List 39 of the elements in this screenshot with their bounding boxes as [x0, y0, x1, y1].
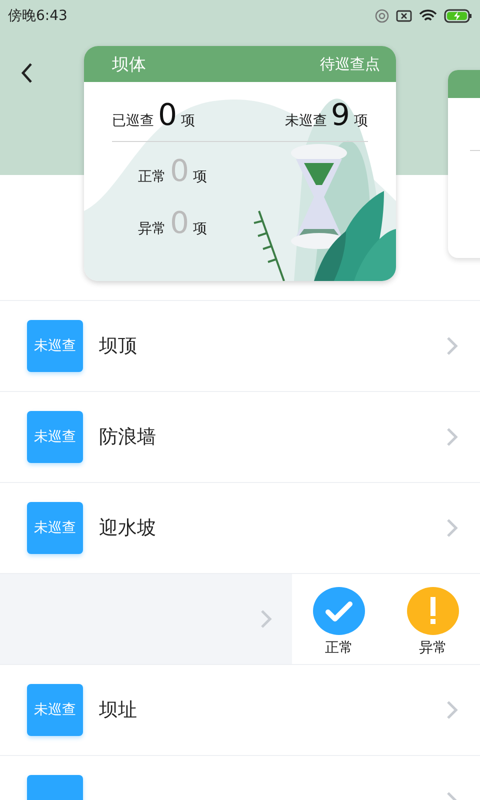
item-name: 迎水坡	[99, 516, 157, 541]
back-icon[interactable]	[20, 62, 34, 84]
hotspot-icon	[375, 9, 389, 23]
battery-charging-icon	[444, 9, 472, 23]
action-label: 异常	[419, 639, 447, 657]
status-badge: 未巡查	[27, 320, 83, 372]
status-time: 傍晚6:43	[8, 7, 68, 25]
stat-label: 已巡查	[112, 112, 154, 130]
no-sim-icon	[396, 10, 412, 22]
chevron-icon	[446, 427, 458, 447]
status-badge: 未巡查	[27, 411, 83, 463]
status-badge: 未巡查	[27, 684, 83, 736]
result-unit: 项	[193, 168, 208, 186]
item-name: 坝顶	[99, 334, 138, 359]
result-unit: 项	[193, 220, 208, 238]
action-label: 正常	[325, 639, 353, 657]
card-title: 坝体	[112, 54, 146, 76]
result-label: 正常	[138, 168, 166, 186]
wifi-icon	[419, 9, 437, 23]
inspection-item[interactable]: 未巡查 坝顶	[0, 301, 480, 392]
chevron-icon	[446, 336, 458, 356]
inspection-item[interactable]: 未巡查 坝址	[0, 665, 480, 756]
chevron-icon	[446, 518, 458, 538]
chevron-icon	[446, 700, 458, 720]
status-badge: 未巡查	[27, 502, 83, 554]
stat-unit: 项	[181, 112, 196, 130]
inspection-item[interactable]: 未巡查 迎水坡	[0, 483, 480, 574]
stat-unit: 项	[354, 112, 368, 130]
result-label: 异常	[138, 220, 166, 238]
item-name: 防浪墙	[99, 425, 157, 450]
card-subtitle: 待巡查点	[320, 54, 380, 74]
stat-label: 未巡查	[284, 112, 327, 130]
exclamation-icon[interactable]	[407, 587, 459, 635]
chevron-icon	[260, 609, 272, 629]
inspection-item[interactable]: 未巡查 防浪墙	[0, 392, 480, 483]
stat-count: 0	[158, 98, 178, 133]
check-icon[interactable]	[313, 587, 365, 635]
item-name: 坝址	[99, 698, 138, 723]
stat-count: 9	[330, 98, 350, 133]
